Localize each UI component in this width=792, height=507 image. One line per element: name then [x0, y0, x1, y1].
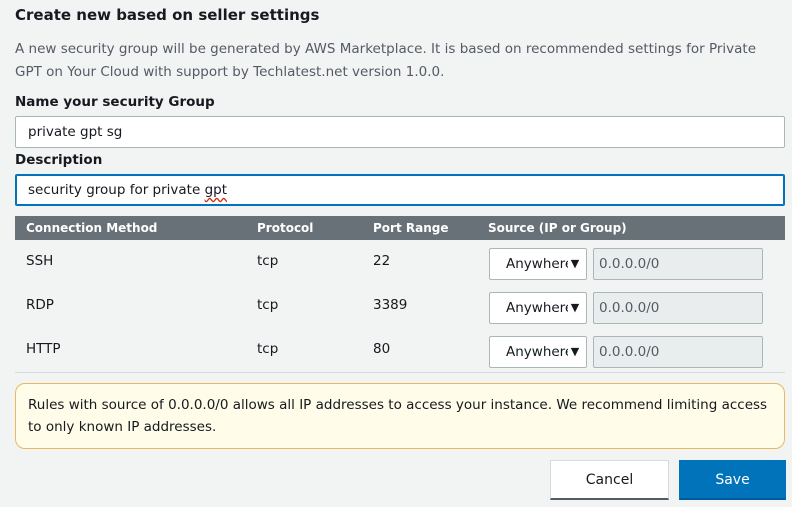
description-field-label: Description	[15, 152, 103, 168]
security-group-description-input[interactable]: security group for private gpt	[15, 174, 785, 206]
row-method: RDP	[26, 297, 54, 313]
table-row: RDP tcp 3389 Anywhere ▼ 0.0.0.0/0	[15, 284, 785, 328]
source-type-select[interactable]: Anywhere ▼	[489, 248, 587, 280]
source-cidr-input[interactable]: 0.0.0.0/0	[593, 336, 763, 368]
security-group-name-input[interactable]	[15, 116, 785, 148]
save-button[interactable]: Save	[679, 460, 786, 500]
header-source: Source (IP or Group)	[488, 221, 627, 235]
source-cidr-input[interactable]: 0.0.0.0/0	[593, 292, 763, 324]
table-header: Connection Method Protocol Port Range So…	[15, 216, 785, 240]
source-type-value: Anywhere	[506, 300, 574, 316]
row-protocol: tcp	[257, 253, 279, 269]
name-field-label: Name your security Group	[15, 94, 215, 110]
source-type-value: Anywhere	[506, 344, 574, 360]
row-protocol: tcp	[257, 341, 279, 357]
header-connection-method: Connection Method	[26, 221, 158, 235]
row-port: 80	[373, 341, 391, 357]
cancel-button[interactable]: Cancel	[550, 460, 669, 500]
source-cidr-input[interactable]: 0.0.0.0/0	[593, 248, 763, 280]
row-port: 22	[373, 253, 391, 269]
description-misspelled-word: gpt	[204, 182, 228, 198]
row-method: HTTP	[26, 341, 61, 357]
row-port: 3389	[373, 297, 408, 313]
page-description: A new security group will be generated b…	[15, 41, 757, 80]
source-type-select[interactable]: Anywhere ▼	[489, 292, 587, 324]
chevron-down-icon: ▼	[568, 299, 582, 317]
description-value-text: security group for private	[28, 182, 205, 198]
source-type-select[interactable]: Anywhere ▼	[489, 336, 587, 368]
open-access-warning: Rules with source of 0.0.0.0/0 allows al…	[15, 383, 785, 449]
security-rules-table: Connection Method Protocol Port Range So…	[15, 216, 785, 373]
chevron-down-icon: ▼	[568, 255, 582, 273]
table-row: HTTP tcp 80 Anywhere ▼ 0.0.0.0/0	[15, 328, 785, 372]
chevron-down-icon: ▼	[568, 343, 582, 361]
header-port-range: Port Range	[373, 221, 449, 235]
table-row: SSH tcp 22 Anywhere ▼ 0.0.0.0/0	[15, 240, 785, 284]
page-title: Create new based on seller settings	[15, 6, 320, 24]
header-protocol: Protocol	[257, 221, 314, 235]
row-protocol: tcp	[257, 297, 279, 313]
row-method: SSH	[26, 253, 54, 269]
source-type-value: Anywhere	[506, 256, 574, 272]
